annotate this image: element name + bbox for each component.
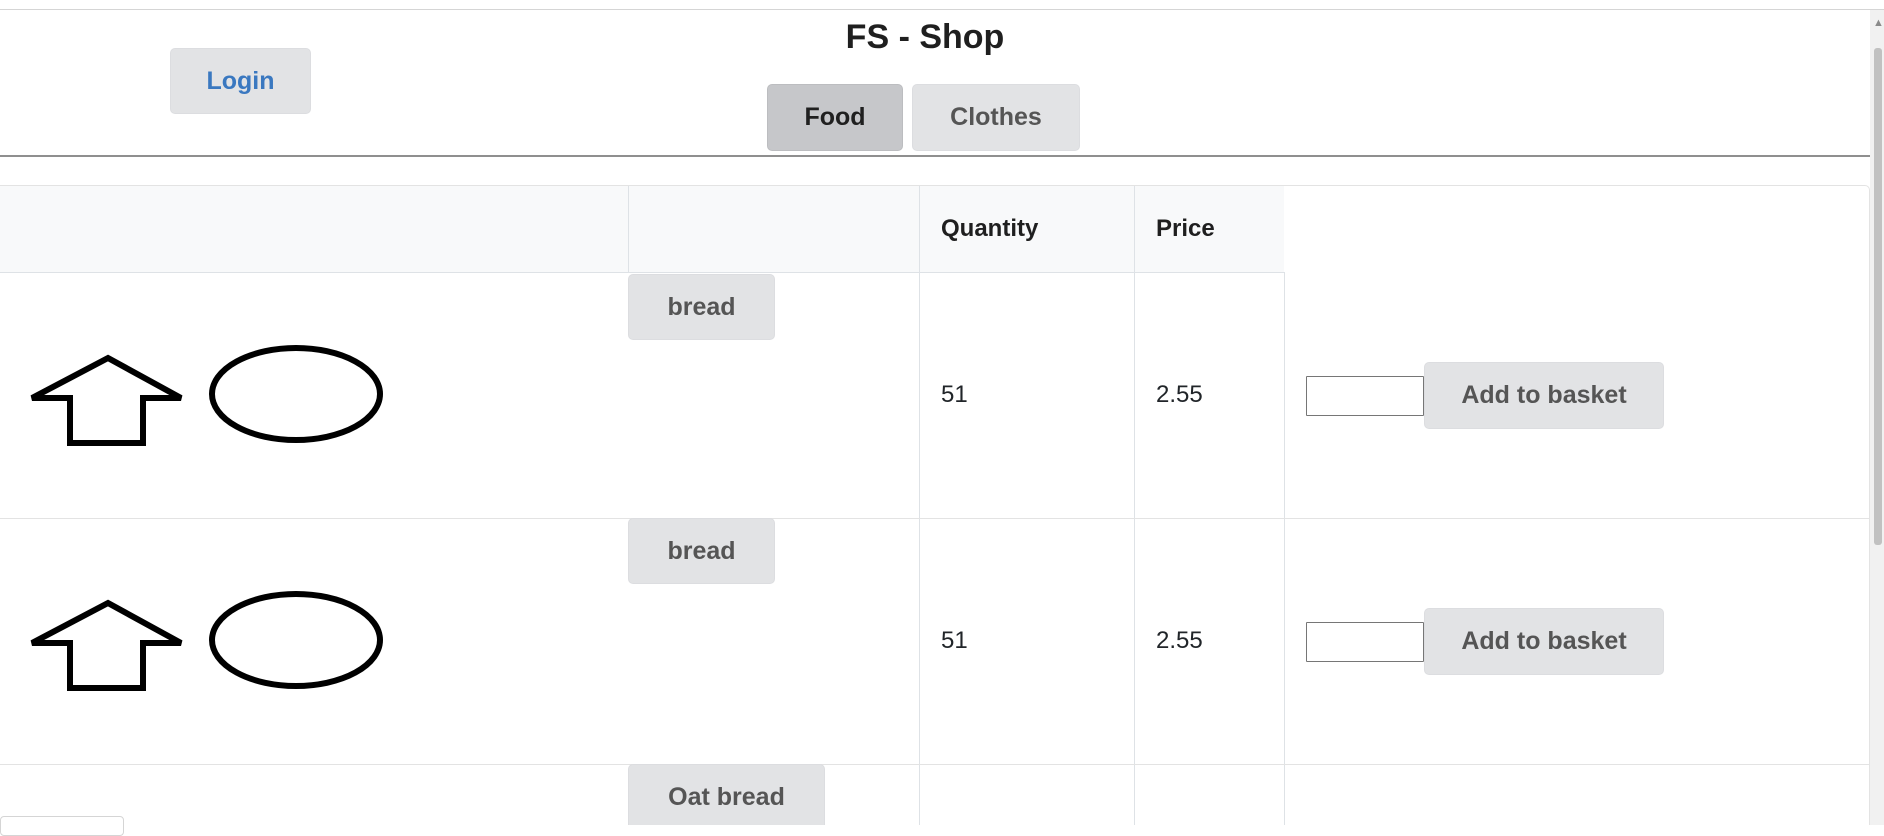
quantity-input[interactable] — [1306, 622, 1424, 662]
up-arrow-icon — [30, 599, 183, 691]
add-to-basket-button[interactable]: Add to basket — [1424, 608, 1664, 675]
row-divider — [0, 764, 1869, 765]
tab-clothes[interactable]: Clothes — [912, 84, 1080, 151]
column-divider — [1284, 272, 1285, 825]
quantity-cell: 51 — [941, 627, 968, 654]
product-name-button[interactable]: bread — [628, 274, 775, 340]
oval-icon — [209, 591, 383, 689]
partial-image-frame — [0, 816, 124, 836]
column-divider — [919, 186, 920, 825]
column-divider — [1134, 186, 1135, 825]
oval-icon — [209, 345, 383, 443]
price-cell: 2.55 — [1156, 627, 1203, 654]
product-name-button[interactable]: Oat bread — [628, 764, 825, 825]
price-cell: 2.55 — [1156, 381, 1203, 408]
login-button[interactable]: Login — [170, 48, 311, 114]
product-name-button[interactable]: bread — [628, 518, 775, 584]
product-table: Quantity Price bread 51 2.55 Add to bask… — [0, 185, 1870, 825]
column-divider — [628, 186, 629, 272]
scroll-up-icon[interactable]: ▲ — [1873, 18, 1884, 29]
row-divider — [0, 518, 1869, 519]
column-header-quantity: Quantity — [941, 215, 1039, 242]
tab-food[interactable]: Food — [767, 84, 903, 151]
header: Login FS - Shop Food Clothes — [0, 10, 1870, 155]
up-arrow-icon — [30, 354, 183, 446]
add-to-basket-button[interactable]: Add to basket — [1424, 362, 1664, 429]
column-header-price: Price — [1156, 215, 1215, 242]
quantity-cell: 51 — [941, 381, 968, 408]
header-divider — [0, 155, 1870, 157]
scrollbar-thumb[interactable] — [1874, 48, 1882, 545]
page-title: FS - Shop — [845, 18, 1005, 56]
table-header — [0, 186, 1284, 273]
quantity-input[interactable] — [1306, 376, 1424, 416]
